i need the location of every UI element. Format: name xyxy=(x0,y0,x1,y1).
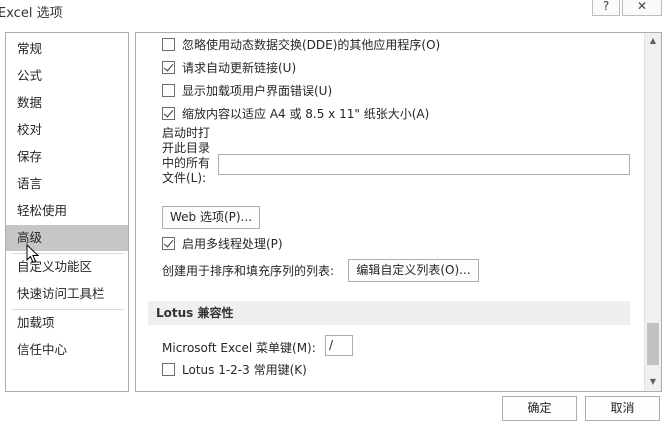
scale-content-option[interactable]: 缩放内容以适应 A4 或 8.5 x 11" 纸张大小(A) xyxy=(162,104,429,122)
scale-content-label: 缩放内容以适应 A4 或 8.5 x 11" 纸张大小(A) xyxy=(182,106,430,121)
ignore-dde-option[interactable]: 忽略使用动态数据交换(DDE)的其他应用程序(O) xyxy=(162,35,440,53)
sidebar-item-language[interactable]: 语言 xyxy=(6,171,128,197)
lotus-navigation-keys-checkbox[interactable] xyxy=(162,362,175,376)
auto-update-links-option[interactable]: 请求自动更新链接(U) xyxy=(162,58,296,76)
show-addin-errors-option[interactable]: 显示加载项用户界面错误(U) xyxy=(162,81,332,99)
sidebar-item-formulas[interactable]: 公式 xyxy=(6,63,128,89)
scroll-thumb[interactable] xyxy=(647,323,659,365)
sidebar-item-data[interactable]: 数据 xyxy=(6,90,128,116)
sidebar-item-accessibility[interactable]: 轻松使用 xyxy=(6,198,128,224)
scale-content-checkbox[interactable] xyxy=(162,106,175,120)
sidebar-item-general[interactable]: 常规 xyxy=(6,36,128,62)
startup-folder-label: 启动时打开此目录中的所有文件(L): xyxy=(162,126,211,185)
sidebar-item-customize-ribbon[interactable]: 自定义功能区 xyxy=(6,254,128,280)
sidebar-item-save[interactable]: 保存 xyxy=(6,144,128,170)
sidebar-item-proofing[interactable]: 校对 xyxy=(6,117,128,143)
ignore-dde-checkbox[interactable] xyxy=(162,37,175,51)
auto-update-links-checkbox[interactable] xyxy=(162,60,175,74)
show-addin-errors-label: 显示加载项用户界面错误(U) xyxy=(182,83,333,98)
custom-lists-label: 创建用于排序和填充序列的列表: xyxy=(162,264,335,278)
ignore-dde-label: 忽略使用动态数据交换(DDE)的其他应用程序(O) xyxy=(182,37,441,52)
auto-update-links-label: 请求自动更新链接(U) xyxy=(182,60,297,75)
sidebar-item-addins[interactable]: 加载项 xyxy=(6,310,128,336)
multithread-option[interactable]: 启用多线程处理(P) xyxy=(162,234,283,252)
cancel-button[interactable]: 取消 xyxy=(585,396,660,421)
lotus-navigation-keys-label: Lotus 1-2-3 常用键(K) xyxy=(182,362,307,377)
menu-key-input[interactable]: / xyxy=(325,335,353,356)
lotus-navigation-keys-option[interactable]: Lotus 1-2-3 常用键(K) xyxy=(162,360,307,378)
web-options-button[interactable]: Web 选项(P)... xyxy=(162,206,260,229)
scroll-down-arrow-icon[interactable]: ▼ xyxy=(645,374,661,390)
multithread-checkbox[interactable] xyxy=(162,236,175,250)
window-title: Excel 选项 xyxy=(0,6,63,21)
vertical-scrollbar[interactable]: ▲ ▼ xyxy=(644,33,661,391)
menu-key-label: Microsoft Excel 菜单键(M): xyxy=(162,341,316,355)
mouse-cursor-icon xyxy=(26,244,40,264)
sidebar: 常规 公式 数据 校对 保存 语言 轻松使用 高级 自定义功能区 快速访问工具栏… xyxy=(5,32,129,392)
sidebar-item-advanced[interactable]: 高级 xyxy=(6,225,128,251)
startup-folder-input[interactable] xyxy=(218,154,630,175)
scroll-up-arrow-icon[interactable]: ▲ xyxy=(645,33,661,49)
sidebar-item-quick-access-toolbar[interactable]: 快速访问工具栏 xyxy=(6,281,128,307)
ok-button[interactable]: 确定 xyxy=(502,396,577,421)
edit-custom-lists-button[interactable]: 编辑自定义列表(O)... xyxy=(348,259,479,282)
title-bar: Excel 选项 ? ✕ xyxy=(0,0,663,26)
lotus-section-header: Lotus 兼容性 xyxy=(148,301,630,325)
help-button[interactable]: ? xyxy=(592,0,620,16)
multithread-label: 启用多线程处理(P) xyxy=(182,236,283,251)
sidebar-item-trust-center[interactable]: 信任中心 xyxy=(6,337,128,363)
show-addin-errors-checkbox[interactable] xyxy=(162,83,175,97)
close-button[interactable]: ✕ xyxy=(622,0,662,16)
options-panel: 忽略使用动态数据交换(DDE)的其他应用程序(O) 请求自动更新链接(U) 显示… xyxy=(135,32,662,392)
